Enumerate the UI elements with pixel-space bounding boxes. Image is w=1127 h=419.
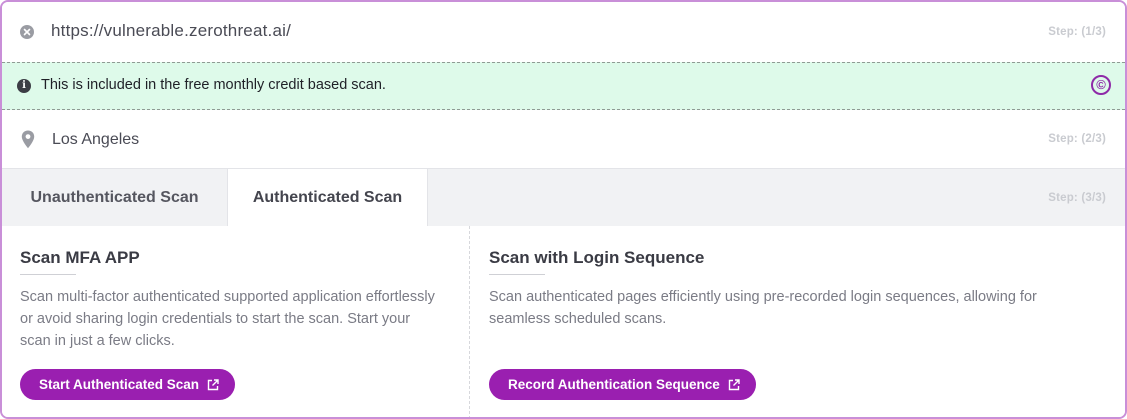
button-label: Record Authentication Sequence: [508, 377, 720, 392]
panel-description: Scan authenticated pages efficiently usi…: [489, 289, 1037, 327]
step-indicator-2: Step: (2/3): [1048, 133, 1106, 145]
panel-title: Scan with Login Sequence: [489, 248, 705, 267]
external-link-icon: [728, 378, 740, 391]
credit-icon: ©: [1091, 75, 1111, 95]
button-label: Start Authenticated Scan: [39, 377, 200, 392]
tab-unauthenticated-scan[interactable]: Unauthenticated Scan: [2, 169, 227, 226]
mfa-scan-panel: Scan MFA APP Scan multi-factor authentic…: [2, 226, 470, 417]
login-sequence-panel: Scan with Login Sequence Scan authentica…: [471, 226, 1125, 417]
title-underline: [489, 274, 545, 275]
close-circle-icon[interactable]: [20, 25, 34, 39]
location-value[interactable]: Los Angeles: [52, 131, 139, 149]
panel-description: Scan multi-factor authenticated supporte…: [20, 289, 435, 349]
tab-authenticated-scan[interactable]: Authenticated Scan: [227, 169, 428, 226]
step-indicator-1: Step: (1/3): [1048, 26, 1106, 38]
credit-info-banner: i This is included in the free monthly c…: [2, 62, 1125, 110]
scan-configuration-card: https://vulnerable.zerothreat.ai/ Step: …: [0, 0, 1127, 419]
scan-type-tabs: Unauthenticated Scan Authenticated Scan …: [2, 169, 1125, 226]
target-url[interactable]: https://vulnerable.zerothreat.ai/: [51, 21, 291, 41]
credit-info-text: This is included in the free monthly cre…: [41, 77, 386, 93]
info-icon: i: [17, 79, 31, 93]
location-row: Los Angeles Step: (2/3): [2, 110, 1125, 169]
title-underline: [20, 274, 76, 275]
map-pin-icon: [21, 130, 35, 154]
start-authenticated-scan-button[interactable]: Start Authenticated Scan: [20, 369, 236, 400]
target-url-row: https://vulnerable.zerothreat.ai/ Step: …: [2, 2, 1125, 62]
record-authentication-sequence-button[interactable]: Record Authentication Sequence: [489, 369, 756, 400]
panel-title: Scan MFA APP: [20, 248, 140, 267]
external-link-icon: [207, 378, 219, 391]
step-indicator-3: Step: (3/3): [1048, 192, 1106, 204]
